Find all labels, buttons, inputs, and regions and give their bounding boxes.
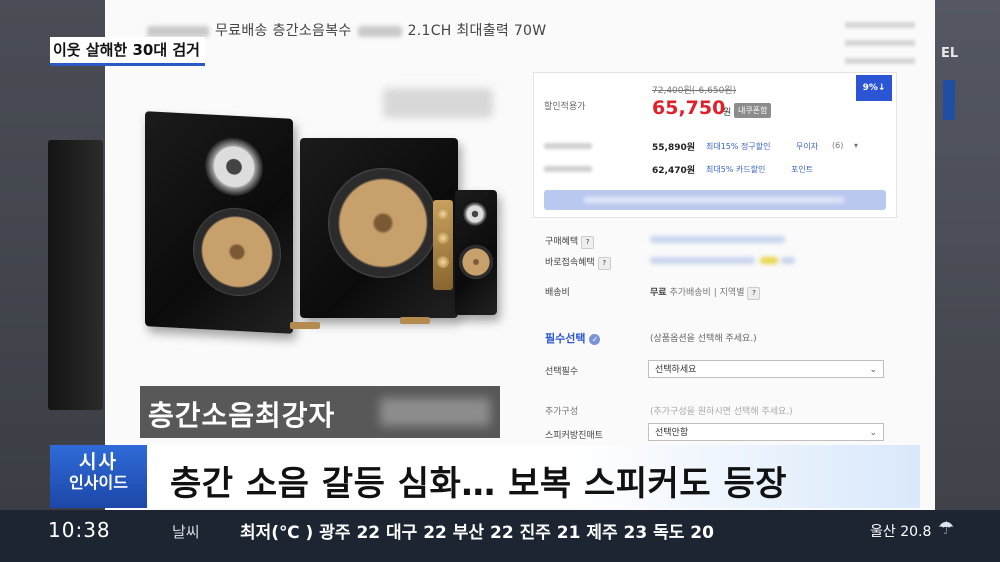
blurred-brand-logo [383,88,493,118]
ulsan-temperature: 울산 20.8 [870,524,932,540]
point-link[interactable]: 포인트 [791,164,813,175]
pad-option-label: 스피커방진매트 [545,431,603,441]
left-tweeter [205,136,263,198]
discount-price-label: 할인적용가 [544,102,586,112]
chevron-down-icon[interactable]: ▾ [854,141,858,150]
help-icon[interactable]: ? [747,287,761,300]
right-edge-blue-block [943,80,955,120]
overlay-caption-text: 층간소음최강자 [148,399,336,432]
sale-price: 65,750 [652,97,726,119]
blurred-brand [147,25,209,37]
card-discount-link-2[interactable]: 최대5% 카드할인 [706,164,765,175]
center-woofer [328,168,438,278]
overlay-caption: 층간소음최강자 [140,386,500,438]
control-panel [433,200,453,290]
required-option-title: 필수선택 ✓ [545,330,601,346]
select-required-label: 선택필수 [545,367,579,377]
help-icon[interactable]: ? [581,236,595,249]
program-badge-line1: 시사 [79,451,118,473]
card-price-2: 62,470원 [652,166,696,176]
pad-option-select[interactable]: 선택안함 ⌄ [648,423,884,441]
headline-text: 층간 소음 갈등 심화… 보복 스피커도 등장 [170,464,788,504]
coupon-chip[interactable]: 내쿠폰함 [734,103,772,118]
original-price: 72,400원(-6,650원) [652,86,737,96]
blurred-instant-tail [781,257,795,264]
blurred-label [544,166,592,172]
headline-bar: 층간 소음 갈등 심화… 보복 스피커도 등장 [148,445,920,508]
program-badge: 시사 인사이드 [50,445,147,508]
blurred-model [357,25,402,37]
background-speaker [48,140,103,410]
product-title-spec: 2.1CH 최대출력 70W [407,23,547,39]
chevron-down-icon: ⌄ [869,428,877,438]
rain-cloud-icon: ☂ [938,518,955,539]
discount-percent-badge: 9%↓ [856,75,892,101]
news-top-tag: 이웃 살해한 30대 검거 [50,37,205,66]
required-option-hint: (상품옵션을 선택해 주세요.) [650,334,757,344]
background-right: EL [935,0,1000,510]
extra-option-hint: (추가구성을 원하시면 선택해 주세요.) [650,407,793,417]
check-icon: ✓ [589,333,601,345]
blurred-benefit-button[interactable] [544,190,886,210]
right-edge-text: EL [941,46,959,61]
instant-benefit-label: 바로접속혜택? [545,255,611,270]
blurred-label [544,143,592,149]
blurred-header-links [845,22,915,76]
right-speaker [455,190,497,315]
right-tweeter [463,202,487,226]
left-woofer [193,205,281,299]
shopping-page-screenshot: 무료배송 층간소음복수 2.1CH 최대출력 70W 층간소음최강자 할인적용가 … [105,0,935,510]
extra-option-label: 추가구성 [545,407,579,417]
weather-label: 날씨 [172,523,200,541]
sale-price-unit: 원 [723,108,732,118]
interest-free-count: (6) [832,141,844,150]
blurred-highlight [760,257,778,264]
speaker-foot [290,322,320,329]
required-option-select[interactable]: 선택하세요 ⌄ [648,360,884,378]
shipping-value: 무료 추가배송비 | 지역별? [650,285,761,300]
program-badge-line2: 인사이드 [69,473,128,492]
right-woofer [459,245,493,279]
weather-ticker-text: 최저(℃ ) 광주 22 대구 22 부산 22 진주 21 제주 23 독도 … [240,523,714,543]
blurred-model-name [380,398,490,426]
chevron-down-icon: ⌄ [869,365,877,375]
speaker-foot [400,317,430,324]
clock: 10:38 [48,518,111,542]
purchase-benefit-label: 구매혜택? [545,234,595,249]
left-speaker [145,111,293,334]
shipping-label: 배송비 [545,288,570,298]
blurred-instant-text [650,257,755,264]
card-price-1: 55,890원 [652,143,696,153]
card-discount-link-1[interactable]: 최대15% 정구할인 [706,141,770,152]
price-panel: 할인적용가 72,400원(-6,650원) 65,750 원 내쿠폰함 9%↓… [533,72,897,218]
interest-free-link[interactable]: 무이자 [796,141,818,152]
product-title: 무료배송 층간소음복수 2.1CH 최대출력 70W [147,20,546,40]
blurred-benefit-text [650,236,785,243]
product-title-main: 무료배송 층간소음복수 [215,23,352,39]
help-icon[interactable]: ? [597,257,611,270]
